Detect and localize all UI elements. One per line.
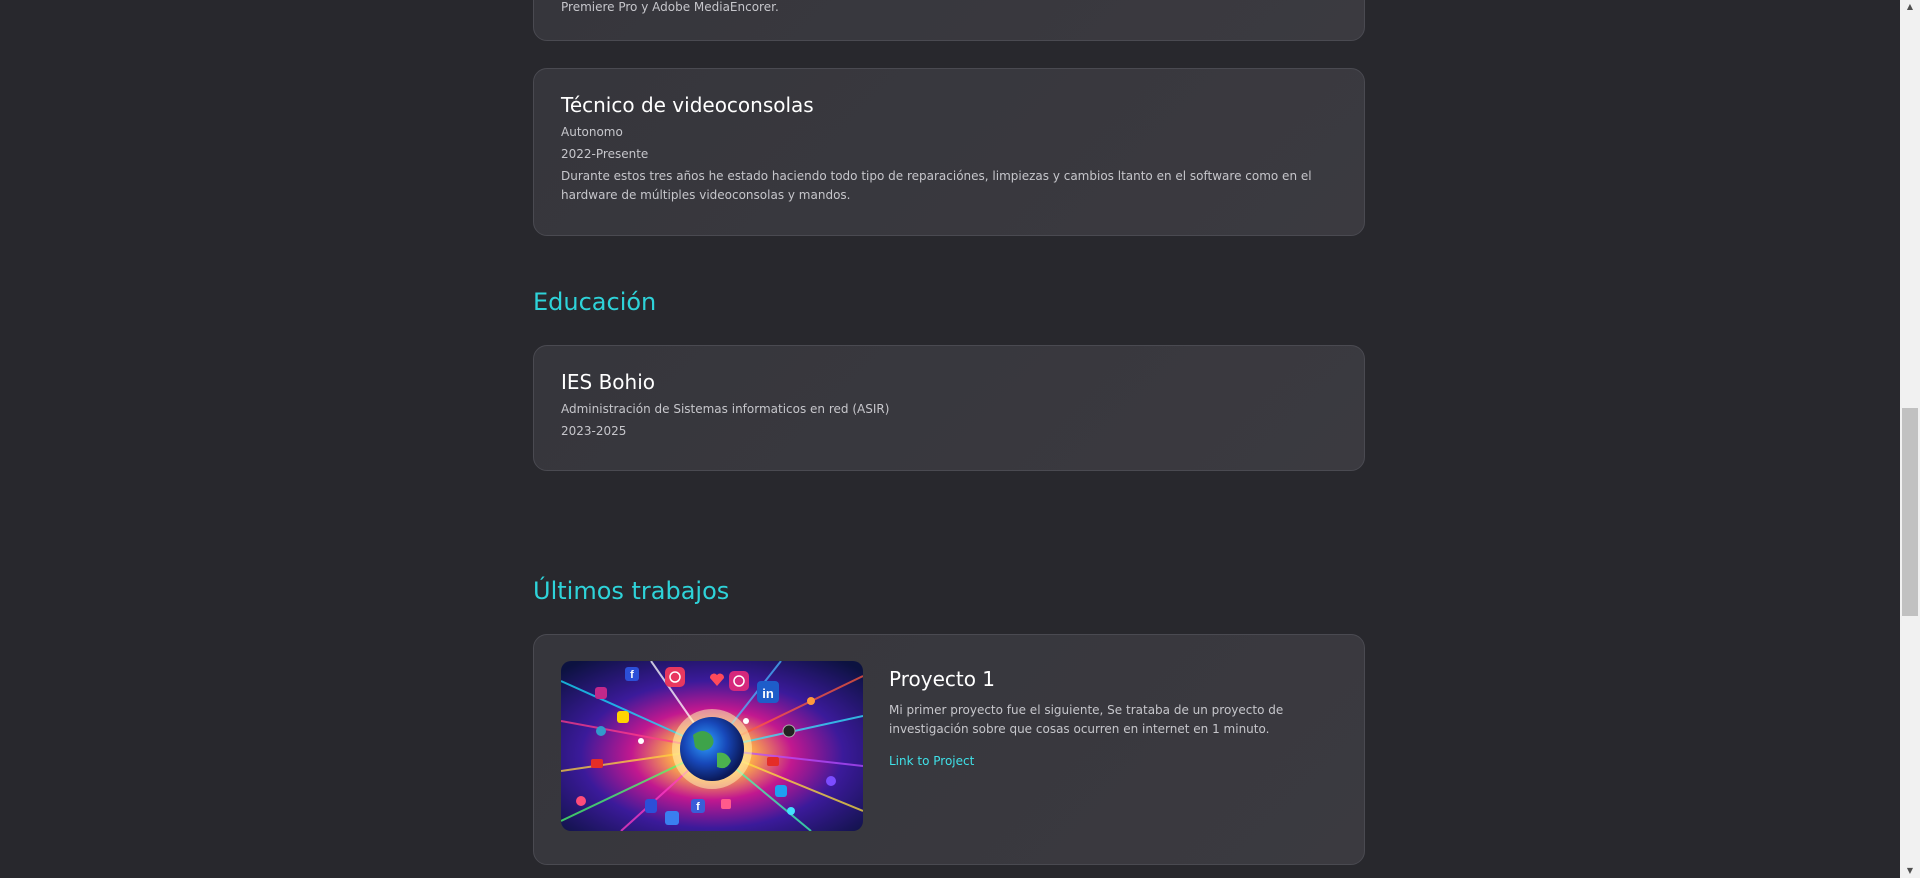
page-content: Premiere Pro y Adobe MediaEncorer. Técni… xyxy=(0,0,1900,878)
scroll-thumb[interactable] xyxy=(1902,408,1918,616)
svg-text:f: f xyxy=(630,669,634,681)
experience-card-previous: Premiere Pro y Adobe MediaEncorer. xyxy=(533,0,1365,41)
experience-description: Durante estos tres años he estado hacien… xyxy=(561,169,1312,202)
experience-company: Autonomo xyxy=(561,125,623,139)
scroll-up-arrow[interactable]: ▲ xyxy=(1900,0,1920,14)
education-degree: Administración de Sistemas informaticos … xyxy=(561,402,890,416)
svg-text:in: in xyxy=(762,686,774,701)
globe-icon xyxy=(680,717,744,781)
education-heading: Educación xyxy=(533,288,657,316)
project-title: Proyecto 1 xyxy=(889,667,996,691)
scroll-down-arrow[interactable]: ▼ xyxy=(1900,864,1920,878)
education-title: IES Bohio xyxy=(561,370,656,394)
experience-period: 2022-Presente xyxy=(561,147,649,161)
experience-card: Técnico de videoconsolas Autonomo 2022-P… xyxy=(533,68,1365,236)
project-illustration: f in f xyxy=(561,661,863,831)
scrollbar[interactable]: ▲ ▼ xyxy=(1900,0,1920,878)
project-description: Mi primer proyecto fue el siguiente, Se … xyxy=(889,703,1284,736)
twitter-icon xyxy=(665,811,679,825)
works-heading: Últimos trabajos xyxy=(533,577,730,605)
experience-title: Técnico de videoconsolas xyxy=(561,93,814,117)
svg-text:f: f xyxy=(696,801,700,813)
education-card: IES Bohio Administración de Sistemas inf… xyxy=(533,345,1365,471)
youtube-icon xyxy=(591,759,603,768)
project-image: f in f xyxy=(561,661,863,831)
education-period: 2023-2025 xyxy=(561,424,627,438)
project-link[interactable]: Link to Project xyxy=(889,754,974,768)
experience-description-tail: Premiere Pro y Adobe MediaEncorer. xyxy=(561,0,779,14)
project-card: f in f Proyecto 1 Mi primer proyecto fue… xyxy=(533,634,1365,865)
instagram-icon xyxy=(665,667,685,687)
